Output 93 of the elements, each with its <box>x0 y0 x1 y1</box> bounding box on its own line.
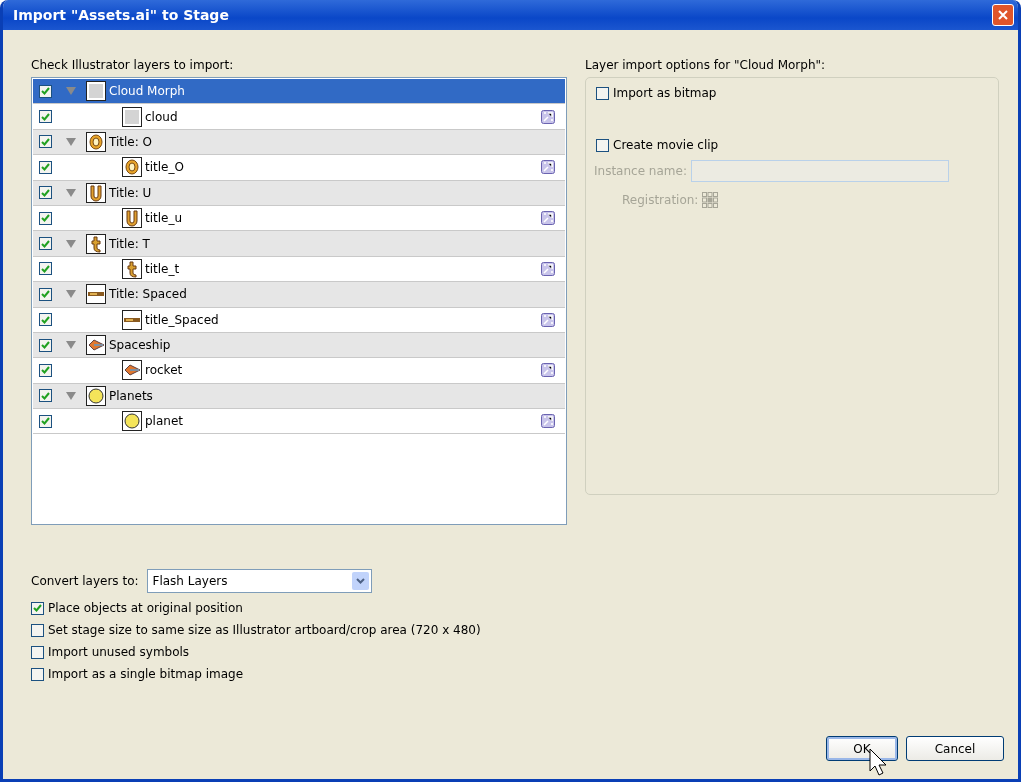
letter-u-icon <box>86 182 106 203</box>
layer-row[interactable]: Title: U <box>33 180 565 206</box>
checkbox[interactable] <box>31 645 44 659</box>
ok-button[interactable]: OK <box>826 736 898 761</box>
convert-dropdown[interactable]: Flash Layers <box>146 569 372 593</box>
layer-name: Title: O <box>109 134 153 149</box>
layer-name: Title: T <box>109 236 150 251</box>
letter-t-icon <box>86 233 106 254</box>
expand-triangle-icon[interactable] <box>66 391 76 400</box>
layer-row[interactable]: Title: O <box>33 129 565 156</box>
letter-o-icon <box>122 157 142 178</box>
checkbox-label: Place objects at original position <box>48 601 243 615</box>
layer-row[interactable]: title_O <box>33 155 565 181</box>
symbol-icon <box>541 363 555 378</box>
field-label: Registration: <box>622 193 699 207</box>
symbol-icon <box>541 312 555 327</box>
layers-label: Check Illustrator layers to import: <box>31 58 235 72</box>
layer-name: title_u <box>145 211 183 226</box>
layer-name: Spaceship <box>109 338 171 353</box>
expand-triangle-icon[interactable] <box>66 239 76 248</box>
layer-name: planet <box>145 414 183 429</box>
checkbox[interactable] <box>39 110 52 124</box>
checkbox[interactable] <box>596 138 609 152</box>
checkbox-label: Import unused symbols <box>48 645 190 659</box>
checkbox[interactable] <box>39 135 52 149</box>
checkbox[interactable] <box>39 313 52 327</box>
cancel-button[interactable]: Cancel <box>906 736 1004 761</box>
expand-triangle-icon[interactable] <box>66 341 76 350</box>
layer-row[interactable]: Title: Spaced <box>33 282 565 308</box>
checkbox[interactable] <box>39 364 52 377</box>
letter-u-icon <box>122 208 142 229</box>
layer-row[interactable]: Cloud Morph <box>33 79 565 105</box>
mouse-cursor-icon <box>869 748 889 778</box>
checkbox[interactable] <box>39 84 52 98</box>
layer-name: rocket <box>145 363 183 378</box>
square-icon <box>122 106 142 127</box>
layer-row[interactable]: title_u <box>33 205 565 232</box>
layer-name: title_Spaced <box>145 312 219 327</box>
layer-name: title_O <box>145 160 184 175</box>
checkbox[interactable] <box>31 667 44 681</box>
symbol-icon <box>541 160 555 175</box>
letter-t-icon <box>122 258 142 279</box>
close-button[interactable] <box>992 4 1014 26</box>
layer-row[interactable]: planet <box>33 409 565 435</box>
layer-row[interactable]: Planets <box>33 383 565 410</box>
layer-name: Title: U <box>109 185 152 200</box>
symbol-icon <box>541 211 555 226</box>
layer-name: cloud <box>145 109 178 124</box>
checkbox[interactable] <box>39 414 52 428</box>
layer-row[interactable]: title_Spaced <box>33 307 565 333</box>
checkbox[interactable] <box>39 237 52 251</box>
rocket-icon <box>122 360 142 381</box>
symbol-icon <box>541 414 555 429</box>
circle-icon <box>122 411 142 432</box>
layer-row[interactable]: Spaceship <box>33 332 565 359</box>
expand-triangle-icon[interactable] <box>66 290 76 299</box>
expand-triangle-icon[interactable] <box>66 137 76 146</box>
layer-name: title_t <box>145 261 180 276</box>
symbol-icon <box>541 109 555 124</box>
checkbox[interactable] <box>39 287 52 301</box>
checkbox[interactable] <box>39 186 52 200</box>
checkbox-label: Import as bitmap <box>613 86 717 100</box>
layer-name: Planets <box>109 388 153 403</box>
checkbox[interactable] <box>39 262 52 276</box>
layer-row[interactable]: Title: T <box>33 231 565 257</box>
close-icon <box>997 9 1009 21</box>
rocket-icon <box>86 335 106 356</box>
checkbox[interactable] <box>39 338 52 352</box>
checkbox[interactable] <box>39 389 52 403</box>
letter-o-icon <box>86 131 106 152</box>
bar-icon <box>86 284 106 305</box>
field-label: Instance name: <box>594 164 687 178</box>
expand-triangle-icon[interactable] <box>66 188 76 197</box>
layer-name: Cloud Morph <box>109 84 185 99</box>
layer-row[interactable]: cloud <box>33 104 565 130</box>
circle-icon <box>86 385 106 406</box>
square-icon <box>86 81 106 102</box>
layer-row[interactable]: rocket <box>33 358 565 384</box>
window-title: Import "Assets.ai" to Stage <box>13 7 229 23</box>
checkbox-label: Import as a single bitmap image <box>48 667 244 681</box>
options-label: Layer import options for "Cloud Morph": <box>585 58 827 72</box>
convert-label: Convert layers to: <box>31 574 139 588</box>
checkbox[interactable] <box>31 601 44 615</box>
checkbox-label: Create movie clip <box>613 138 719 152</box>
layer-row[interactable]: title_t <box>33 256 565 283</box>
symbol-icon <box>541 261 555 276</box>
checkbox[interactable] <box>39 211 52 225</box>
layer-name: Title: Spaced <box>109 287 187 302</box>
checkbox[interactable] <box>31 623 44 637</box>
checkbox-label: Set stage size to same size as Illustrator artboard/crop area (720 x 480) <box>48 623 481 637</box>
checkbox[interactable] <box>596 86 609 100</box>
checkbox[interactable] <box>39 160 52 174</box>
bar-icon <box>122 309 142 330</box>
